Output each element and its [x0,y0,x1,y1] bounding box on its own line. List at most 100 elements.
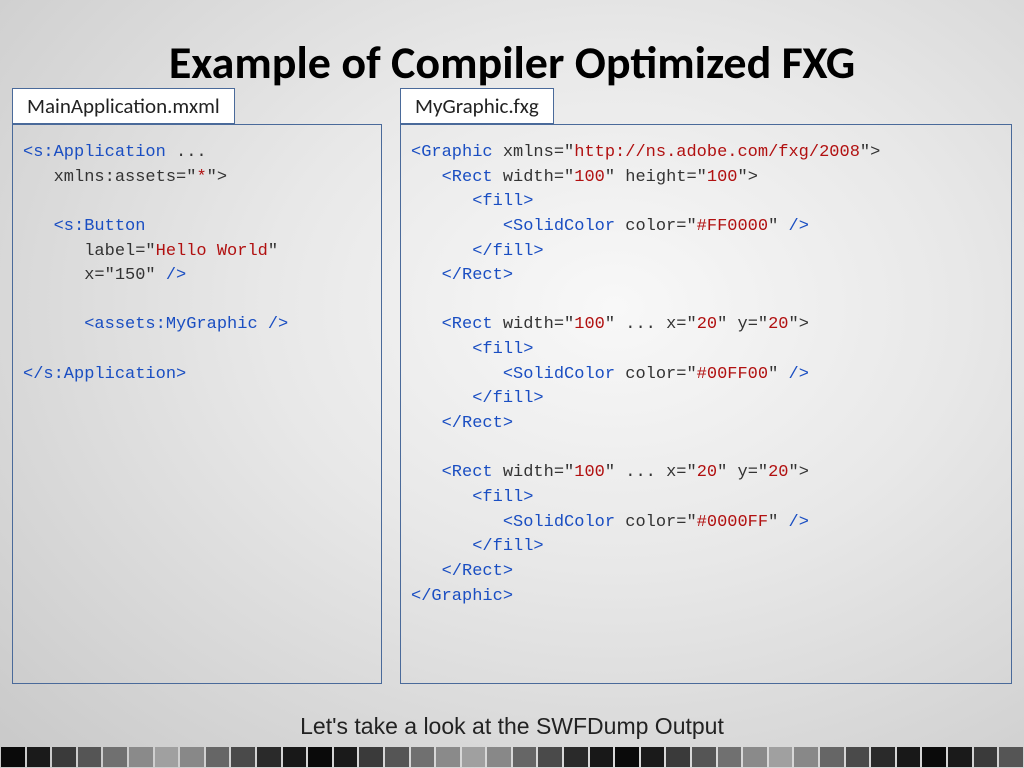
code-token: </fill> [472,537,543,556]
code-token: <Rect [442,315,503,334]
code-token: Hello World [156,242,268,261]
decorative-square [385,747,409,767]
code-token: <SolidColor [503,365,625,384]
code-token: 20 [697,463,717,482]
code-token: </s:Application> [23,365,186,384]
code-token: <Graphic [411,143,503,162]
code-token [411,266,442,285]
code-token [411,389,472,408]
code-token: " ... x=" [605,315,697,334]
decorative-square [257,747,281,767]
decorative-square [308,747,332,767]
decorative-square [1,747,25,767]
decorative-square [487,747,511,767]
code-token [411,242,472,261]
code-token: " [768,513,788,532]
code-token: " y=" [717,315,768,334]
decorative-square [129,747,153,767]
decorative-square [538,747,562,767]
right-panel: MyGraphic.fxg <Graphic xmlns="http://ns.… [400,106,1012,684]
code-token: "> [860,143,880,162]
code-token [411,488,472,507]
decorative-square [462,747,486,767]
code-token: <SolidColor [503,513,625,532]
code-token: xmlns:assets=" [23,168,196,187]
code-token: 100 [574,463,605,482]
code-token: " [268,242,278,261]
code-token: </fill> [472,242,543,261]
code-token: #FF0000 [697,217,768,236]
right-panel-title: MyGraphic.fxg [400,88,554,124]
decorative-square [155,747,179,767]
decorative-square [692,747,716,767]
code-token [411,537,472,556]
code-token: color=" [625,365,696,384]
code-token: /> [166,266,186,285]
code-token: ... [176,143,207,162]
code-token [411,365,503,384]
code-token: #0000FF [697,513,768,532]
right-code-block: <Graphic xmlns="http://ns.adobe.com/fxg/… [400,124,1012,684]
code-token [411,463,442,482]
code-token: " height=" [605,168,707,187]
decorative-square [334,747,358,767]
code-token [411,168,442,187]
decorative-square [615,747,639,767]
code-token: "> [738,168,758,187]
left-panel: MainApplication.mxml <s:Application ... … [12,106,382,684]
code-token: </fill> [472,389,543,408]
code-token: xmlns=" [503,143,574,162]
code-token: label=" [23,242,156,261]
decorative-square [206,747,230,767]
code-token: 20 [697,315,717,334]
decorative-square [78,747,102,767]
panels-row: MainApplication.mxml <s:Application ... … [0,106,1024,684]
code-token: <Rect [442,168,503,187]
code-token: " [768,217,788,236]
code-token: <Rect [442,463,503,482]
code-token [411,217,503,236]
decorative-square [820,747,844,767]
code-token [411,315,442,334]
decorative-square [513,747,537,767]
decorative-square [590,747,614,767]
code-token [23,217,54,236]
decorative-square [718,747,742,767]
decorative-square [180,747,204,767]
decorative-square [666,747,690,767]
code-token: width=" [503,168,574,187]
code-token: <fill> [472,340,533,359]
code-token: /> [789,217,809,236]
code-token: width=" [503,315,574,334]
decorative-square [27,747,51,767]
decorative-square [922,747,946,767]
code-token [411,340,472,359]
decorative-square [52,747,76,767]
code-token: "> [789,315,809,334]
code-token: http://ns.adobe.com/fxg/2008 [574,143,860,162]
decorative-square [846,747,870,767]
code-token: #00FF00 [697,365,768,384]
code-token: x="150" [23,266,166,285]
decorative-square [411,747,435,767]
code-token: 20 [768,463,788,482]
decorative-square [103,747,127,767]
code-token: </Graphic> [411,587,513,606]
code-token: 100 [574,315,605,334]
code-token: " ... x=" [605,463,697,482]
code-token [411,562,442,581]
decorative-square [359,747,383,767]
code-token: color=" [625,217,696,236]
code-token: <fill> [472,192,533,211]
decorative-square [231,747,255,767]
code-token: <SolidColor [503,217,625,236]
code-token [411,414,442,433]
decorative-square [743,747,767,767]
code-token: 20 [768,315,788,334]
decorative-square [871,747,895,767]
code-token: <s:Application [23,143,176,162]
decorative-squares [0,746,1024,768]
decorative-square [897,747,921,767]
code-token [411,513,503,532]
code-token: <s:Button [54,217,146,236]
